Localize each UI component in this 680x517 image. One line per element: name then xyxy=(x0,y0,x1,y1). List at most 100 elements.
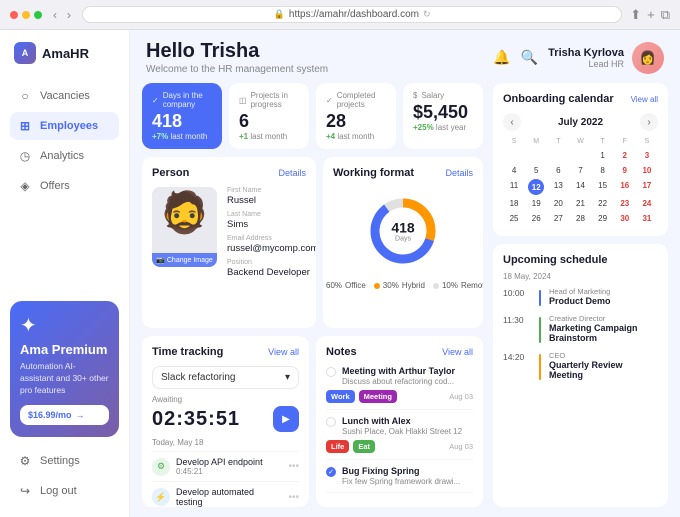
cal-day-red[interactable]: 10 xyxy=(636,163,658,178)
note-3-checkbox[interactable]: ✓ xyxy=(326,467,336,477)
cal-prev-button[interactable]: ‹ xyxy=(503,113,521,131)
nav-label-logout: Log out xyxy=(40,485,77,497)
forward-button[interactable]: › xyxy=(64,8,74,22)
change-image-button[interactable]: 📷 Change Image xyxy=(152,253,217,267)
avatar[interactable]: 👩 xyxy=(632,42,664,74)
cal-day[interactable]: 13 xyxy=(547,178,569,196)
cal-day-red[interactable]: 30 xyxy=(614,211,636,226)
cal-day[interactable]: 14 xyxy=(569,178,591,196)
cal-day[interactable]: 11 xyxy=(503,178,525,196)
browser-nav[interactable]: ‹ › xyxy=(50,8,74,22)
analytics-icon: ◷ xyxy=(18,149,32,163)
play-button[interactable]: ▶ xyxy=(273,406,299,432)
premium-desc: Automation AI-assistant and 30+ other pr… xyxy=(20,361,109,397)
tag-work: Work xyxy=(326,390,355,403)
schedule-time-2: 11:30 xyxy=(503,314,531,343)
cal-day-red[interactable]: 17 xyxy=(636,178,658,196)
cal-day[interactable]: 18 xyxy=(503,196,525,211)
cal-day[interactable]: 29 xyxy=(592,211,614,226)
back-button[interactable]: ‹ xyxy=(50,8,60,22)
day-label: Today, May 18 xyxy=(152,438,299,447)
cal-day-today[interactable]: 12 xyxy=(528,179,544,195)
calendar-grid: S M T W T F S xyxy=(503,137,658,226)
page-header: Hello Trisha Welcome to the HR managemen… xyxy=(130,30,680,83)
format-details-link[interactable]: Details xyxy=(445,168,473,178)
schedule-line-1 xyxy=(539,290,541,306)
cal-day[interactable]: 5 xyxy=(525,163,547,178)
cal-day[interactable]: 7 xyxy=(569,163,591,178)
sidebar-item-analytics[interactable]: ◷ Analytics xyxy=(10,142,119,170)
url-bar[interactable]: 🔒 https://amahr/dashboard.com ↻ xyxy=(82,6,622,23)
sidebar-item-settings[interactable]: ⚙ Settings xyxy=(10,447,119,475)
schedule-time-3: 14:20 xyxy=(503,351,531,380)
cal-day[interactable]: 28 xyxy=(569,211,591,226)
notes-view-all[interactable]: View all xyxy=(442,347,473,357)
user-info: Trisha Kyrlova Lead HR 👩 xyxy=(548,42,664,74)
note-2-checkbox[interactable] xyxy=(326,417,336,427)
cal-day[interactable]: 25 xyxy=(503,211,525,226)
format-body: 418 Days 60% Office xyxy=(333,187,473,290)
close-dot xyxy=(10,11,18,19)
cal-day-red[interactable]: 31 xyxy=(636,211,658,226)
cal-day[interactable]: 15 xyxy=(592,178,614,196)
entry-icon-2: ⚡ xyxy=(152,488,170,506)
cal-next-button[interactable]: › xyxy=(640,113,658,131)
nav-label-employees: Employees xyxy=(40,120,98,132)
sidebar-item-employees[interactable]: ⊞ Employees xyxy=(10,112,119,140)
sidebar-item-logout[interactable]: ↪ Log out xyxy=(10,477,119,505)
time-view-all[interactable]: View all xyxy=(268,347,299,357)
tabs-icon[interactable]: ⧉ xyxy=(661,7,670,23)
cal-day-red[interactable]: 2 xyxy=(614,148,636,163)
note-1-checkbox[interactable] xyxy=(326,367,336,377)
cal-day[interactable]: 20 xyxy=(547,196,569,211)
note-2-footer: Life Eat Aug 03 xyxy=(326,440,473,453)
cal-day[interactable]: 1 xyxy=(592,148,614,163)
legend-remote: 10% Remote xyxy=(433,281,483,290)
time-card-header: Time tracking View all xyxy=(152,346,299,358)
schedule-time-1: 10:00 xyxy=(503,287,531,306)
cal-day[interactable]: 22 xyxy=(592,196,614,211)
entry-dots-2[interactable]: ••• xyxy=(288,492,299,503)
header-left: Hello Trisha Welcome to the HR managemen… xyxy=(146,40,328,75)
cal-nav-row: ‹ July 2022 › xyxy=(503,113,658,131)
cal-day[interactable]: 4 xyxy=(503,163,525,178)
cal-day-red[interactable]: 23 xyxy=(614,196,636,211)
right-column: Onboarding calendar View all ‹ July 2022… xyxy=(493,83,668,507)
notification-bell-icon[interactable]: 🔔 xyxy=(493,49,510,66)
person-photo: 🧔 📷 Change Image xyxy=(152,187,217,267)
field-email: Email Address russel@mycomp.com xyxy=(227,235,316,254)
sidebar-item-offers[interactable]: ◈ Offers xyxy=(10,172,119,200)
legend-office: 60% Office xyxy=(323,281,366,290)
cal-day-red[interactable]: 9 xyxy=(614,163,636,178)
cal-day[interactable]: 26 xyxy=(525,211,547,226)
share-icon[interactable]: ⬆ xyxy=(630,7,641,23)
person-details-link[interactable]: Details xyxy=(278,168,306,178)
app-container: A AmaHR ○ Vacancies ⊞ Employees ◷ Analyt… xyxy=(0,30,680,517)
cal-day-red[interactable]: 3 xyxy=(636,148,658,163)
entry-dots-1[interactable]: ••• xyxy=(288,461,299,472)
calendar-view-all[interactable]: View all xyxy=(631,95,658,104)
cal-day[interactable]: 21 xyxy=(569,196,591,211)
new-tab-icon[interactable]: + xyxy=(647,7,655,23)
user-name: Trisha Kyrlova xyxy=(548,47,624,59)
salary-icon: $ xyxy=(413,91,417,100)
cal-day[interactable]: 6 xyxy=(547,163,569,178)
project-selector[interactable]: Slack refactoring ▾ xyxy=(152,366,299,389)
stat-projects-change: +1 last month xyxy=(239,132,299,141)
sidebar-item-vacancies[interactable]: ○ Vacancies xyxy=(10,82,119,110)
cal-day[interactable]: 19 xyxy=(525,196,547,211)
cal-day[interactable]: 27 xyxy=(547,211,569,226)
search-icon[interactable]: 🔍 xyxy=(521,49,538,66)
premium-button[interactable]: $16.99/mo → xyxy=(20,405,109,425)
cal-day-red[interactable]: 24 xyxy=(636,196,658,211)
time-entry-1: ⚙ Develop API endpoint 0:45:21 ••• xyxy=(152,451,299,481)
note-1-content: Meeting with Arthur Taylor Discuss about… xyxy=(342,366,473,386)
format-legend: 60% Office 30% Hybrid xyxy=(323,281,483,290)
schedule-info-2: Creative Director Marketing Campaign Bra… xyxy=(549,314,658,343)
cal-day-red[interactable]: 16 xyxy=(614,178,636,196)
stat-days: ✓ Days in the company 418 +7% last month xyxy=(142,83,222,149)
cal-day[interactable]: 8 xyxy=(592,163,614,178)
projects-icon: ◫ xyxy=(239,96,247,105)
sidebar-nav: ○ Vacancies ⊞ Employees ◷ Analytics ◈ Of… xyxy=(10,82,119,291)
sidebar: A AmaHR ○ Vacancies ⊞ Employees ◷ Analyt… xyxy=(0,30,130,517)
